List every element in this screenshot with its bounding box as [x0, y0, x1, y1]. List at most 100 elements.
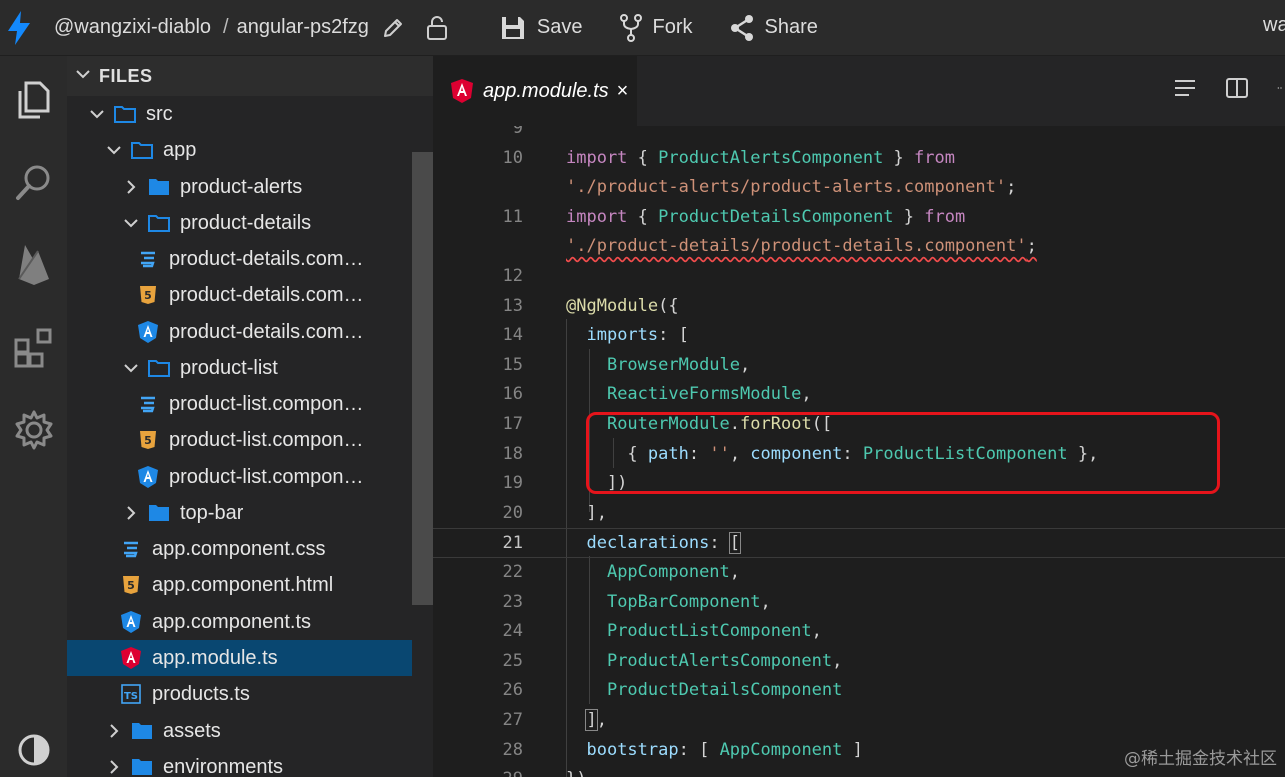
tree-file[interactable]: app.component.css — [67, 531, 412, 567]
svg-text:5: 5 — [144, 434, 152, 447]
stackblitz-logo-icon[interactable] — [0, 0, 38, 56]
tab-close-button[interactable]: × — [617, 80, 629, 103]
code-line[interactable]: 21 declarations: [ — [433, 528, 1285, 558]
tree-folder[interactable]: assets — [67, 713, 412, 749]
tree-file[interactable]: product-details.com… — [67, 241, 412, 277]
code-line[interactable]: 24 ProductListComponent, — [433, 617, 1285, 647]
code-token: , — [729, 562, 741, 582]
extensions-icon[interactable] — [0, 318, 67, 378]
code-line[interactable]: 23 TopBarComponent, — [433, 588, 1285, 618]
code-token: ProductDetailsComponent — [658, 206, 894, 227]
tree-item-label: top-bar — [180, 501, 244, 524]
code-line[interactable]: 11 import { ProductDetailsComponent } fro… — [433, 203, 1285, 233]
tree-file[interactable]: TS products.ts — [67, 676, 412, 712]
tree-folder[interactable]: top-bar — [67, 495, 412, 531]
tree-item-label: app.component.html — [152, 573, 334, 596]
code-line[interactable]: 27 ], — [433, 706, 1285, 736]
breadcrumb-project[interactable]: angular-ps2fzg — [237, 16, 369, 39]
split-editor-icon[interactable] — [1225, 76, 1249, 100]
code-token: , — [801, 384, 812, 405]
search-icon[interactable] — [0, 152, 67, 212]
chevron-down-icon[interactable] — [103, 142, 125, 158]
outline-icon[interactable] — [1173, 78, 1197, 98]
sidebar-scrollbar[interactable] — [412, 152, 433, 605]
code-line[interactable]: 22 AppComponent, — [433, 558, 1285, 588]
tree-folder[interactable]: src — [67, 96, 412, 132]
chevron-down-icon[interactable] — [120, 360, 142, 376]
code-token: { — [627, 206, 659, 227]
tree-folder[interactable]: product-list — [67, 350, 412, 386]
line-text: declarations: [ — [566, 529, 742, 559]
share-button[interactable]: Share — [729, 14, 818, 42]
fork-button[interactable]: Fork — [619, 13, 693, 42]
line-text: bootstrap: [ AppComponent ] — [566, 736, 863, 766]
tree-file[interactable]: 5 product-details.com… — [67, 277, 412, 313]
breadcrumb: @wangzixi-diablo / angular-ps2fzg — [54, 15, 449, 41]
chevron-right-icon[interactable] — [103, 759, 125, 775]
code-line[interactable]: 26 ProductDetailsComponent — [433, 676, 1285, 706]
more-actions-icon[interactable] — [1277, 84, 1285, 92]
edit-pencil-icon[interactable] — [381, 16, 405, 40]
annotation-highlight-box — [586, 412, 1220, 494]
watermark: @稀土掘金技术社区 — [1124, 749, 1277, 769]
tree-file[interactable]: product-list.compon… — [67, 459, 412, 495]
breadcrumb-user[interactable]: @wangzixi-diablo — [54, 16, 211, 39]
code-line[interactable]: 12 — [433, 262, 1285, 292]
tree-item-label: app.module.ts — [152, 646, 278, 669]
theme-icon[interactable] — [0, 720, 67, 777]
code-line[interactable]: './product-alerts/product-alerts.compone… — [433, 173, 1285, 203]
code-line[interactable]: 13 @NgModule({ — [433, 292, 1285, 322]
chevron-down-icon[interactable] — [120, 215, 142, 231]
files-section-header[interactable]: FILES — [67, 56, 433, 96]
chevron-right-icon[interactable] — [103, 723, 125, 739]
folder-icon — [131, 139, 153, 161]
top-bar: @wangzixi-diablo / angular-ps2fzg Save F… — [0, 0, 1285, 56]
code-line[interactable]: 14 imports: [ — [433, 321, 1285, 351]
code-token: ] — [842, 739, 863, 760]
tree-item-label: app.component.ts — [152, 610, 311, 633]
chevron-right-icon[interactable] — [120, 505, 142, 521]
code-token: BrowserModule — [606, 354, 741, 375]
code-line[interactable]: 9 — [433, 126, 1285, 144]
line-number: 14 — [502, 325, 523, 346]
files-icon[interactable] — [0, 70, 67, 130]
code-token: ProductDetailsComponent — [606, 680, 843, 701]
code-line[interactable]: 25 ProductAlertsComponent, — [433, 647, 1285, 677]
tree-file[interactable]: app.module.ts — [67, 640, 412, 676]
unlock-icon[interactable] — [425, 15, 449, 41]
tree-file[interactable]: 5 product-list.compon… — [67, 422, 412, 458]
tree-file[interactable]: app.component.ts — [67, 604, 412, 640]
css-file-icon — [120, 538, 142, 560]
angular-file-icon — [137, 321, 159, 343]
folder-icon — [131, 720, 153, 742]
tree-folder[interactable]: product-alerts — [67, 169, 412, 205]
save-button[interactable]: Save — [499, 14, 583, 42]
code-line[interactable]: 10 import { ProductAlertsComponent } from — [433, 144, 1285, 174]
share-icon — [730, 14, 753, 41]
save-label: Save — [536, 16, 583, 38]
code-token: declarations — [586, 533, 710, 554]
chevron-right-icon[interactable] — [120, 179, 142, 195]
tree-folder[interactable]: environments — [67, 749, 412, 777]
tree-file[interactable]: product-list.compon… — [67, 386, 412, 422]
code-line[interactable]: 20 ], — [433, 499, 1285, 529]
firebase-icon[interactable] — [0, 234, 67, 294]
tree-file[interactable]: product-details.com… — [67, 314, 412, 350]
user-menu[interactable]: wa — [1263, 14, 1285, 37]
settings-icon[interactable] — [0, 400, 67, 460]
code-line[interactable]: 16 ReactiveFormsModule, — [433, 380, 1285, 410]
tree-file[interactable]: 5 app.component.html — [67, 567, 412, 603]
chevron-down-icon[interactable] — [86, 106, 108, 122]
tree-folder[interactable]: app — [67, 132, 412, 168]
code-token: './product-details/product-details.compo… — [566, 236, 1027, 257]
line-number: 22 — [502, 562, 523, 582]
line-text: './product-details/product-details.compo… — [566, 232, 1037, 262]
code-line[interactable]: './product-details/product-details.compo… — [433, 232, 1285, 262]
tab-app-module[interactable]: app.module.ts × — [433, 56, 637, 126]
code-line[interactable]: 15 BrowserModule, — [433, 351, 1285, 381]
tree-folder[interactable]: product-details — [67, 205, 412, 241]
chevron-down-icon — [75, 66, 91, 87]
